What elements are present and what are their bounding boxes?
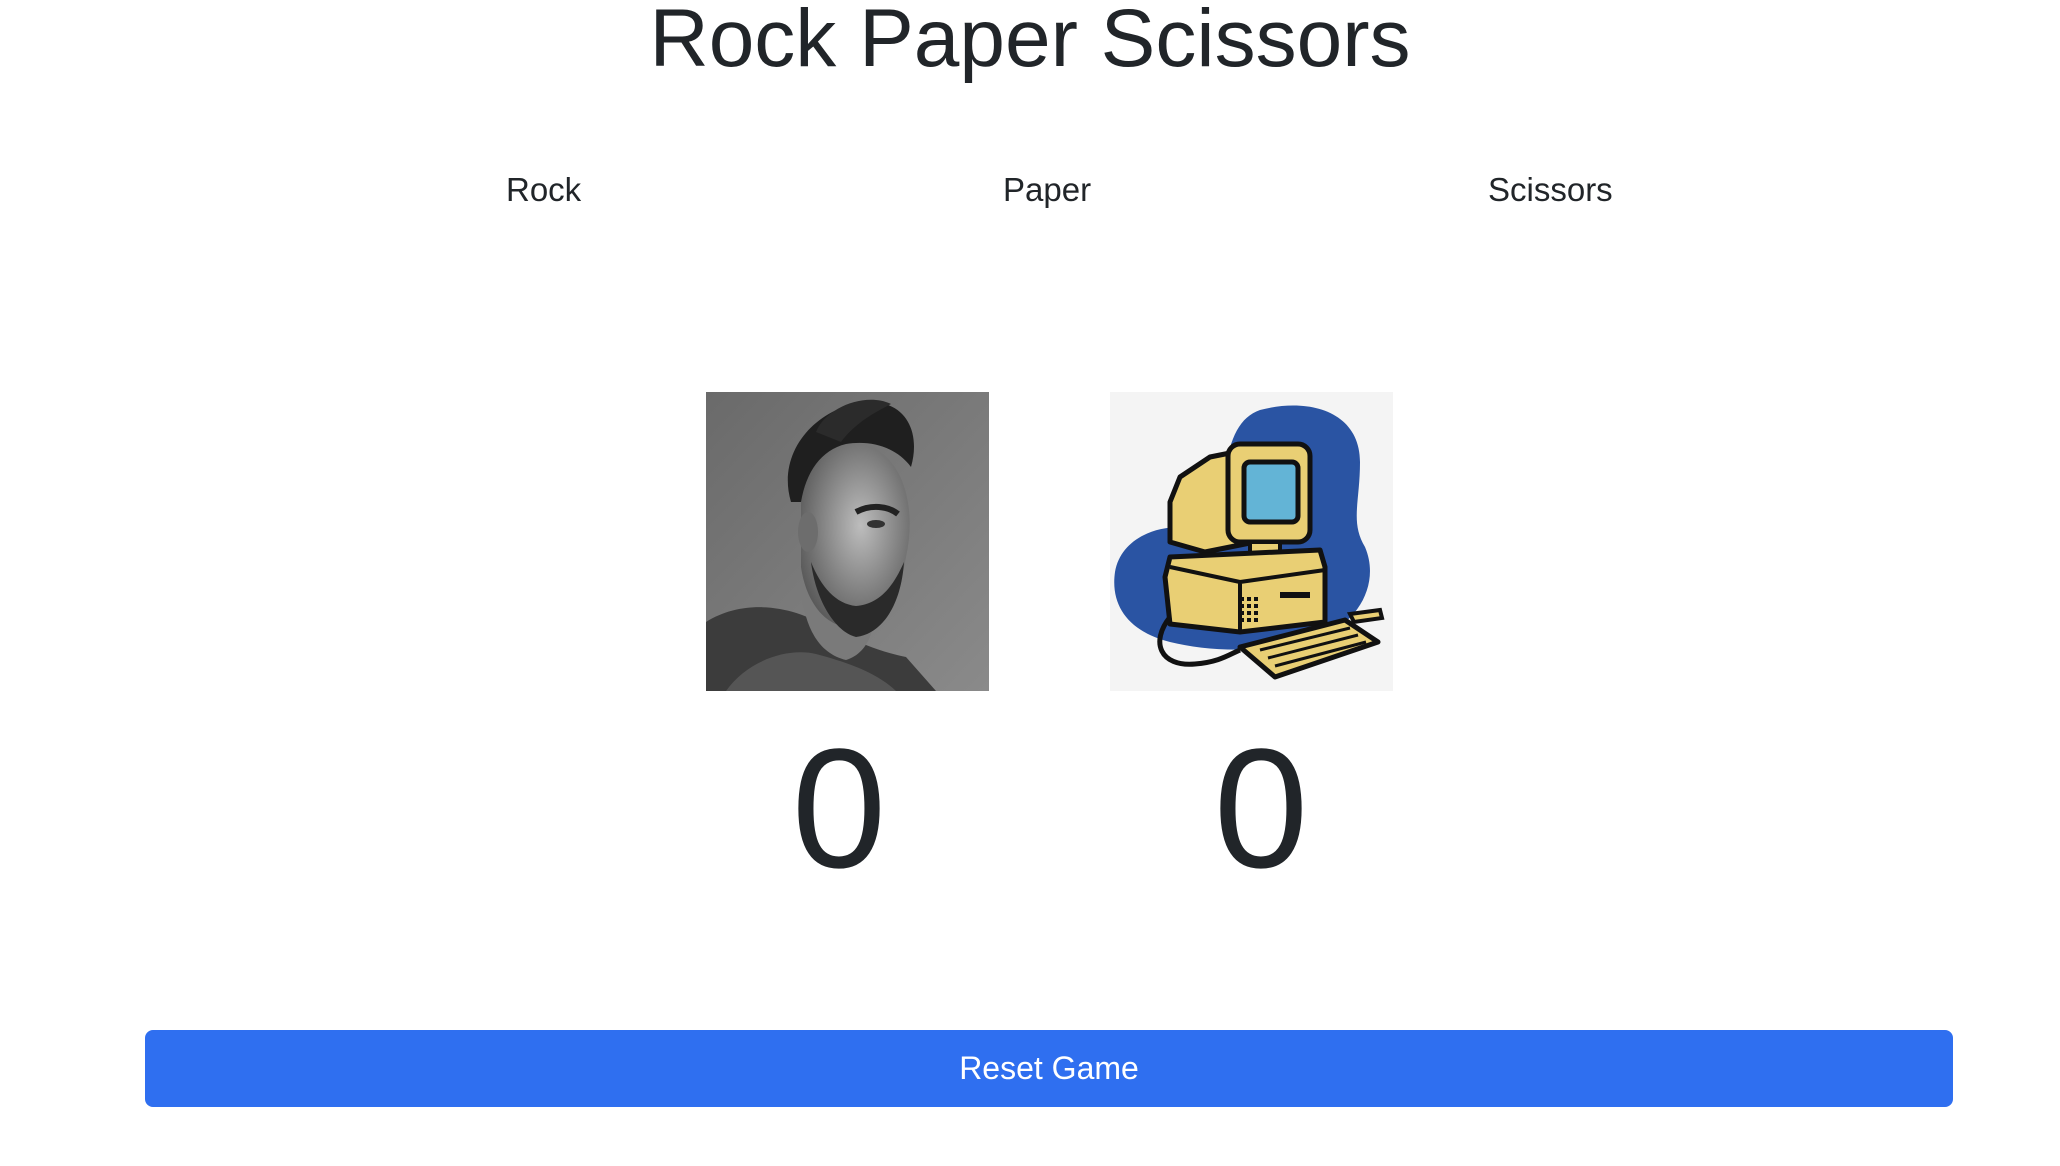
man-portrait-icon — [706, 392, 989, 691]
reset-game-button[interactable]: Reset Game — [145, 1030, 1953, 1107]
player-avatar — [706, 392, 989, 691]
computer-score: 0 — [1213, 714, 1309, 904]
scissors-choice-button[interactable]: Scissors — [1488, 166, 1613, 214]
player-score: 0 — [791, 714, 887, 904]
computer-avatar — [1110, 392, 1393, 691]
paper-choice-button[interactable]: Paper — [1003, 166, 1091, 214]
retro-computer-icon — [1110, 392, 1393, 691]
page-title: Rock Paper Scissors — [649, 0, 1411, 84]
rock-choice-button[interactable]: Rock — [506, 166, 581, 214]
